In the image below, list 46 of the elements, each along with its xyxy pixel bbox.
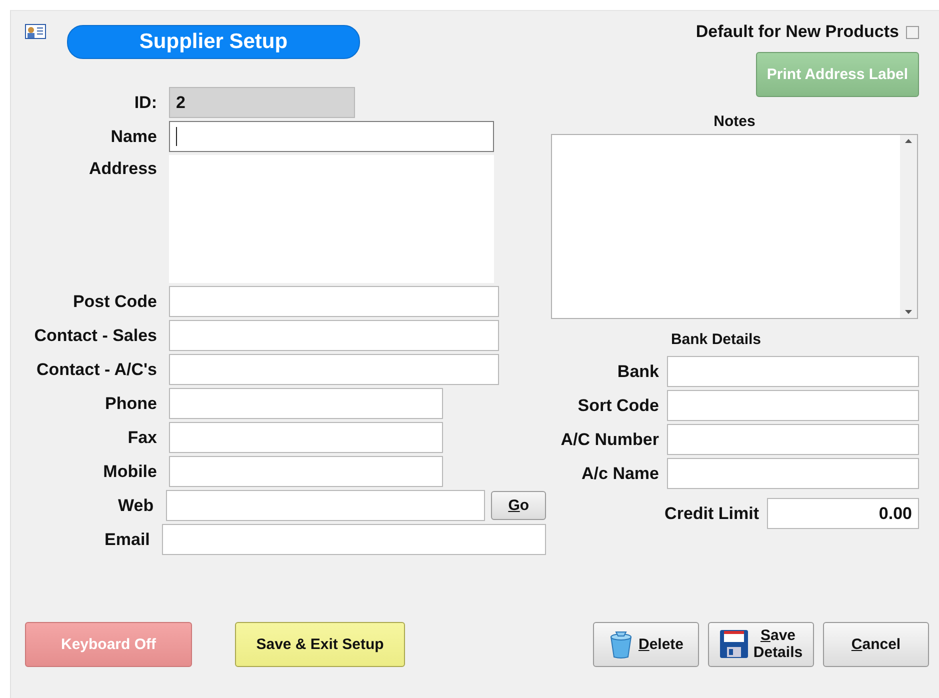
- contact-card-icon: [25, 24, 46, 39]
- field-label: Bank: [617, 362, 659, 382]
- delete-button[interactable]: Delete: [593, 622, 699, 666]
- scrollbar[interactable]: [900, 135, 917, 318]
- field-label: Fax: [126, 428, 157, 448]
- field-label: Address: [88, 159, 157, 179]
- input-field[interactable]: [169, 422, 443, 453]
- field-label: Name: [110, 126, 157, 146]
- scroll-down-icon[interactable]: [905, 310, 912, 314]
- field-label: Post Code: [72, 292, 157, 312]
- field-label: A/C Number: [560, 430, 659, 450]
- input-field[interactable]: 2: [169, 87, 355, 118]
- input-field[interactable]: 0.00: [767, 498, 919, 529]
- checkbox-label: Default for New Products: [696, 22, 899, 42]
- field-label: Mobile: [102, 462, 157, 482]
- field-label: Contact - A/C's: [35, 360, 157, 380]
- go-button[interactable]: Go: [491, 491, 546, 520]
- save-exit-button[interactable]: Save & Exit Setup: [235, 622, 405, 666]
- screen-title: Supplier Setup: [67, 25, 360, 59]
- cancel-button[interactable]: Cancel: [823, 622, 929, 666]
- save-button[interactable]: Save Details: [708, 622, 814, 666]
- field-label: Contact - Sales: [33, 326, 157, 346]
- input-field[interactable]: [169, 320, 499, 351]
- input-field[interactable]: [169, 354, 499, 385]
- input-field[interactable]: [169, 121, 494, 152]
- field-label: Email: [104, 530, 150, 550]
- bank-details-heading: Bank Details: [670, 331, 762, 348]
- input-field[interactable]: [169, 456, 443, 487]
- field-label: A/c Name: [582, 464, 659, 484]
- input-field[interactable]: [667, 390, 919, 421]
- field-label: Credit Limit: [664, 504, 759, 524]
- checkbox[interactable]: [906, 26, 919, 38]
- field-label: Web: [117, 496, 154, 516]
- input-field[interactable]: [667, 356, 919, 387]
- input-field[interactable]: [162, 524, 546, 555]
- input-field[interactable]: [667, 424, 919, 455]
- input-field[interactable]: [169, 286, 499, 317]
- field-label: ID:: [133, 92, 157, 112]
- scroll-up-icon[interactable]: [905, 139, 912, 143]
- notes-label: Notes: [712, 113, 756, 130]
- field-label: Phone: [104, 394, 157, 414]
- input-field[interactable]: [667, 458, 919, 489]
- field-label: Sort Code: [578, 396, 659, 416]
- bin-icon: [608, 629, 634, 659]
- input-field[interactable]: [166, 490, 486, 521]
- input-field[interactable]: [169, 388, 443, 419]
